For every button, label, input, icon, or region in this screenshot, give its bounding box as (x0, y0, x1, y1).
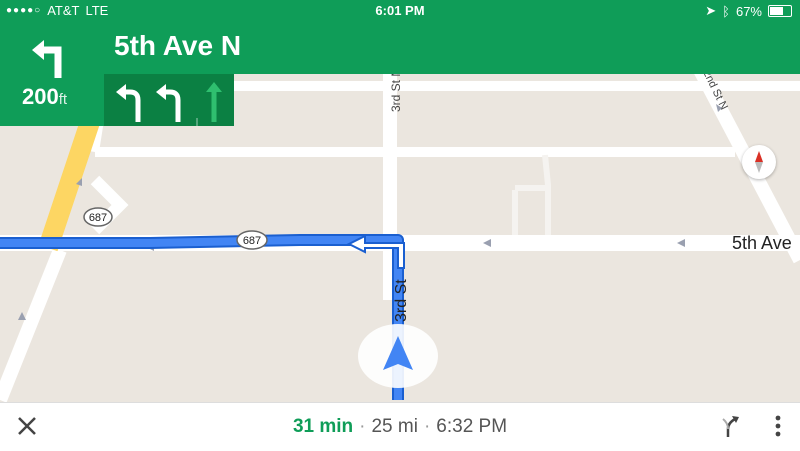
turn-distance: 200ft (22, 84, 67, 110)
turn-distance-value: 200 (22, 84, 59, 109)
trip-summary-bar: 31 min · 25 mi · 6:32 PM (0, 402, 800, 451)
route-shield: 687 (236, 230, 268, 250)
road-label-3rd-st-route: 3rd St (393, 279, 410, 322)
lane-straight-icon (206, 82, 222, 122)
svg-text:687: 687 (243, 235, 261, 247)
more-options-button[interactable] (766, 413, 790, 439)
alternate-routes-button[interactable] (718, 413, 744, 439)
svg-text:687: 687 (89, 212, 107, 224)
road-label-5th-ave: 5th Ave (732, 233, 792, 253)
next-street-name: 5th Ave N (114, 30, 242, 61)
current-location-arrow[interactable] (358, 324, 438, 388)
separator-dot: · (359, 416, 366, 437)
arrival-time: 6:32 PM (436, 416, 508, 437)
separator-dot: · (423, 416, 431, 437)
trip-duration: 31 min (292, 416, 354, 437)
lane-guidance (104, 74, 234, 126)
trip-info[interactable]: 31 min · 25 mi · 6:32 PM (0, 416, 800, 438)
battery-icon (768, 5, 792, 17)
location-services-icon: ➤ (705, 3, 717, 18)
trip-distance: 25 mi (371, 416, 418, 437)
maneuver-panel[interactable] (0, 22, 104, 126)
road-label-3rd-st-n: 3rd St N (389, 68, 403, 112)
lane-turn-left-icon (116, 84, 141, 122)
more-vert-icon (775, 415, 781, 437)
route-shield: 687 (83, 207, 113, 227)
alternate-routes-icon (722, 416, 739, 437)
compass-icon (755, 151, 763, 173)
turn-left-icon (32, 40, 62, 78)
battery-percent: 67% (735, 3, 762, 19)
turn-distance-unit: ft (58, 91, 68, 108)
clock: 6:01 PM (375, 3, 425, 18)
compass-button[interactable] (742, 145, 776, 179)
status-bar: ●●●●○ AT&T LTE 6:01 PM ➤ ᛒ 67% (0, 0, 800, 22)
lane-turn-left-icon (156, 84, 181, 122)
bluetooth-icon: ᛒ (722, 3, 730, 19)
